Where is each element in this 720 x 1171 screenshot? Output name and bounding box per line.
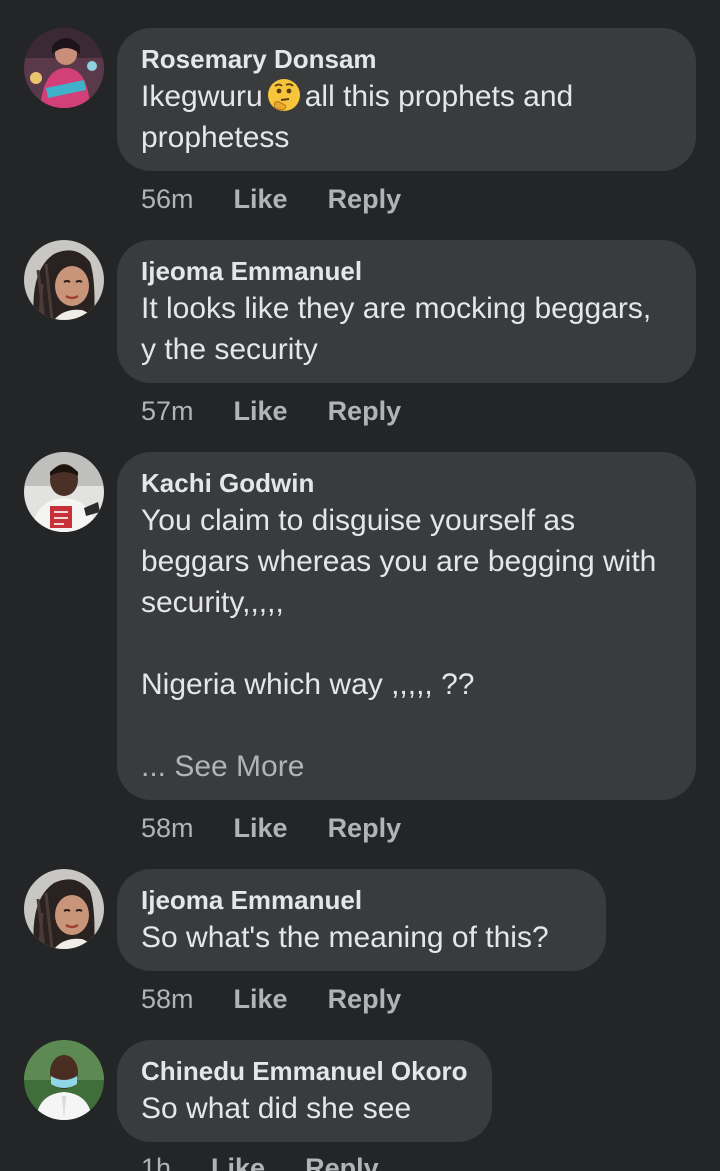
like-button[interactable]: Like (234, 394, 288, 428)
profile-photo-icon (24, 240, 104, 320)
reply-button[interactable]: Reply (328, 982, 402, 1016)
reply-button[interactable]: Reply (305, 1151, 379, 1171)
comment-text-part: Ikegwuru (141, 80, 263, 113)
comment-text: Ikegwuru all this prophets and prophetess (141, 76, 672, 158)
comment-actions: 57m Like Reply (141, 394, 401, 428)
avatar[interactable] (24, 1040, 104, 1120)
like-button[interactable]: Like (211, 1151, 265, 1171)
avatar[interactable] (24, 452, 104, 532)
avatar[interactable] (24, 28, 104, 108)
comment-timestamp[interactable]: 56m (141, 182, 194, 216)
comment-timestamp[interactable]: 58m (141, 982, 194, 1016)
avatar[interactable] (24, 869, 104, 949)
comment-author[interactable]: Ijeoma Emmanuel (141, 254, 672, 288)
comment-text: So what did she see (141, 1092, 412, 1125)
profile-photo-icon (24, 452, 104, 532)
comment-author[interactable]: Rosemary Donsam (141, 42, 672, 76)
comment-bubble[interactable]: Chinedu Emmanuel Okoro So what did she s… (117, 1040, 492, 1142)
comment-actions: 58m Like Reply (141, 811, 401, 845)
comment-actions: 1h Like Reply (141, 1151, 379, 1171)
comment-bubble[interactable]: Ijeoma Emmanuel It looks like they are m… (117, 240, 696, 383)
profile-photo-icon (24, 1040, 104, 1120)
comment-text: So what's the meaning of this? (141, 921, 549, 954)
comment-bubble[interactable]: Kachi Godwin You claim to disguise yours… (117, 452, 696, 800)
comment-timestamp[interactable]: 58m (141, 811, 194, 845)
comment-timestamp[interactable]: 57m (141, 394, 194, 428)
comment-actions: 58m Like Reply (141, 982, 401, 1016)
reply-button[interactable]: Reply (328, 811, 402, 845)
comment-bubble[interactable]: Ijeoma Emmanuel So what's the meaning of… (117, 869, 606, 971)
reply-button[interactable]: Reply (328, 394, 402, 428)
thinking-face-icon (267, 78, 301, 112)
like-button[interactable]: Like (234, 811, 288, 845)
comment-timestamp[interactable]: 1h (141, 1151, 171, 1171)
comment-text: It looks like they are mocking beggars, … (141, 292, 660, 366)
comment-bubble[interactable]: Rosemary Donsam Ikegwuru all this prophet… (117, 28, 696, 171)
avatar[interactable] (24, 240, 104, 320)
comments-page: Rosemary Donsam Ikegwuru all this prophet… (0, 0, 720, 1171)
profile-photo-icon (24, 28, 104, 108)
comment-author[interactable]: Chinedu Emmanuel Okoro (141, 1054, 468, 1088)
comment-author[interactable]: Kachi Godwin (141, 466, 672, 500)
reply-button[interactable]: Reply (328, 182, 402, 216)
comment-text: You claim to disguise yourself as beggar… (141, 504, 657, 701)
see-more-link[interactable]: ... See More (141, 746, 672, 787)
comment-actions: 56m Like Reply (141, 182, 401, 216)
profile-photo-icon (24, 869, 104, 949)
like-button[interactable]: Like (234, 982, 288, 1016)
like-button[interactable]: Like (234, 182, 288, 216)
comment-author[interactable]: Ijeoma Emmanuel (141, 883, 582, 917)
